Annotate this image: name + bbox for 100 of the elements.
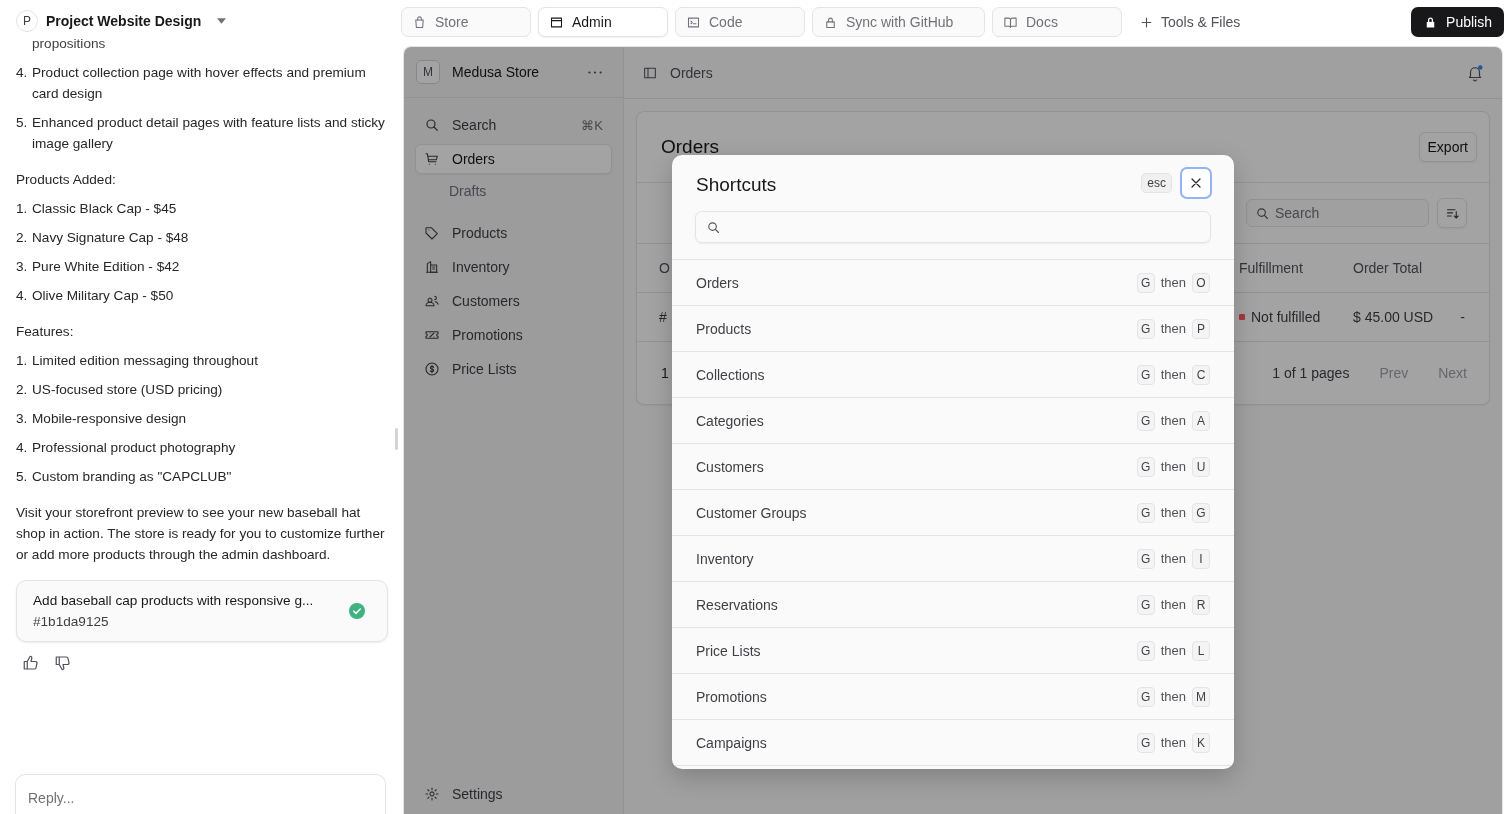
store-avatar: M: [416, 60, 440, 84]
search-icon: [1255, 205, 1270, 221]
key-cap: G: [1192, 502, 1210, 523]
message-paragraph: Visit your storefront preview to see your new baseball hat shop in action. The store is ready for you to customize further or add more products through the admin dashboard.: [16, 504, 386, 564]
list-item-text: Professional product photography: [32, 439, 237, 457]
shortcut-label: Collections: [696, 366, 766, 383]
table-cell-text: -: [1459, 309, 1465, 325]
bell-icon[interactable]: [1466, 63, 1484, 82]
shortcut-label: Inventory: [696, 550, 755, 567]
shortcut-joiner: then: [1160, 643, 1186, 658]
search-item[interactable]: Search ⌘K: [415, 110, 612, 140]
publish-button[interactable]: Publish: [1411, 7, 1504, 37]
shortcut-joiner: then: [1160, 321, 1186, 336]
search-field[interactable]: Search: [1246, 199, 1429, 227]
list-number: 2.: [16, 381, 29, 399]
commit-title: Add baseball cap products with responsive g...: [33, 592, 315, 610]
tab[interactable]: Docs: [992, 7, 1122, 37]
key-cap: G: [1136, 410, 1155, 431]
resize-handle[interactable]: [395, 428, 398, 450]
table-cell-text: #: [659, 309, 668, 325]
export-button[interactable]: Export: [1418, 132, 1477, 162]
tab[interactable]: Admin: [538, 7, 668, 37]
sort-button[interactable]: [1437, 198, 1467, 228]
reply-field[interactable]: Reply...: [15, 774, 386, 814]
list-number: 5.: [16, 114, 29, 132]
list-item-text: Mobile-responsive design: [32, 410, 188, 428]
key-cap: G: [1136, 686, 1155, 707]
tab[interactable]: Store: [401, 7, 531, 37]
key-cap: G: [1136, 732, 1155, 753]
tools-files-button[interactable]: Tools & Files: [1129, 14, 1251, 30]
result-count: 1: [661, 365, 669, 381]
list-number: 4.: [16, 64, 29, 82]
key-cap: G: [1136, 272, 1155, 293]
shortcut-label: Campaigns: [696, 734, 768, 751]
thumbs-down-icon[interactable]: [54, 654, 72, 672]
tag-icon: [424, 225, 440, 241]
tab[interactable]: Sync with GitHub: [812, 7, 985, 37]
thumbs-up-icon[interactable]: [22, 654, 40, 672]
key-cap: L: [1192, 640, 1210, 661]
nav-item[interactable]: Customers: [415, 286, 612, 316]
list-number: 4.: [16, 287, 29, 305]
settings-item[interactable]: Settings: [415, 778, 612, 810]
nav-item[interactable]: Products: [415, 218, 612, 248]
list-item-text: US-focused store (USD pricing): [32, 381, 224, 399]
tab[interactable]: Code: [675, 7, 805, 37]
section-heading: Features:: [16, 323, 75, 341]
dollar-icon: [424, 361, 440, 377]
list-number: 3.: [16, 258, 29, 276]
list-number: 3.: [16, 410, 29, 428]
nav-item[interactable]: Inventory: [415, 252, 612, 282]
column-header: O: [659, 260, 671, 276]
store-name[interactable]: Medusa Store: [452, 64, 575, 80]
shortcut-joiner: then: [1160, 551, 1186, 566]
list-number: 1.: [16, 352, 29, 370]
list-number: 2.: [16, 229, 29, 247]
column-header: Order Total: [1353, 260, 1423, 276]
esc-key: esc: [1141, 173, 1172, 193]
cart-icon: [424, 151, 440, 167]
key-cap: A: [1192, 410, 1210, 431]
list-item-text: Navy Signature Cap - $48: [32, 229, 190, 247]
key-cap: R: [1192, 594, 1210, 615]
commit-hash: #1b1da9125: [33, 613, 110, 631]
commit-card[interactable]: Add baseball cap products with responsive g... #1b1da9125: [16, 580, 388, 642]
key-cap: G: [1136, 594, 1155, 615]
list-item-text: Olive Military Cap - $50: [32, 287, 175, 305]
search-icon: [424, 117, 440, 133]
key-cap: K: [1192, 732, 1210, 753]
list-item-text: Enhanced product detail pages with feature lists and sticky image gallery: [32, 114, 386, 153]
nav-item[interactable]: Price Lists: [415, 354, 612, 384]
settings-icon: [424, 786, 440, 802]
key-cap: G: [1136, 640, 1155, 661]
shortcut-hint: ⌘K: [581, 117, 603, 133]
shortcut-search-field[interactable]: [695, 211, 1211, 243]
key-cap: G: [1136, 456, 1155, 477]
table-cell-text: $ 45.00 USD: [1353, 309, 1435, 325]
nav-item[interactable]: Orders: [415, 144, 612, 174]
window-icon: [549, 14, 564, 30]
plus-icon: [1139, 14, 1154, 30]
key-cap: G: [1136, 364, 1155, 385]
project-name[interactable]: Project Website Design: [46, 13, 202, 29]
key-cap: M: [1192, 686, 1210, 707]
list-item-text: Pure White Edition - $42: [32, 258, 181, 276]
shortcut-label: Categories: [696, 412, 765, 429]
list-item-text: Limited edition messaging throughout: [32, 352, 259, 370]
breadcrumb[interactable]: Orders: [670, 64, 1454, 81]
key-cap: I: [1192, 548, 1210, 569]
dialog-title: Shortcuts: [696, 172, 778, 196]
caret-icon[interactable]: [217, 18, 227, 24]
list-item-text: Product collection page with hover effects and premium card design: [32, 64, 367, 103]
key-cap: C: [1192, 364, 1210, 385]
key-cap: P: [1192, 318, 1210, 339]
nav-subitem[interactable]: Drafts: [415, 178, 612, 204]
close-button[interactable]: [1180, 167, 1212, 199]
column-header: Fulfillment: [1239, 260, 1304, 276]
nav-item[interactable]: Promotions: [415, 320, 612, 350]
key-cap: O: [1192, 272, 1210, 293]
more-icon[interactable]: [587, 69, 603, 75]
shortcut-label: Reservations: [696, 596, 779, 613]
page-indicator: 1 of 1 pages: [1272, 365, 1350, 381]
shortcut-joiner: then: [1160, 275, 1186, 290]
